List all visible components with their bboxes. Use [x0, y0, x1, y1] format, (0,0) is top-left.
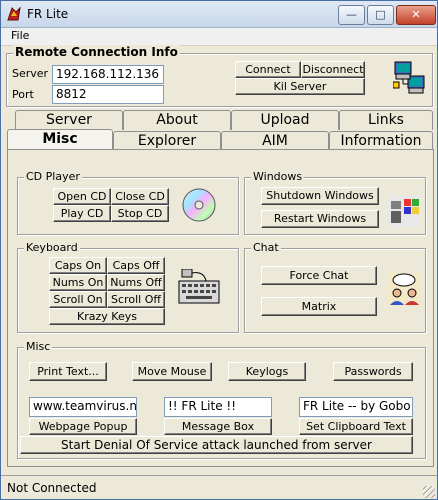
cd-player-label: CD Player — [24, 170, 82, 183]
caps-on-button[interactable]: Caps On — [49, 257, 107, 274]
app-window: FR Lite — □ ✕ File Remote Connection Inf… — [0, 0, 438, 500]
stop-cd-button[interactable]: Stop CD — [111, 205, 169, 222]
scroll-on-button[interactable]: Scroll On — [49, 291, 107, 308]
move-mouse-button[interactable]: Move Mouse — [132, 362, 212, 381]
tab-links[interactable]: Links — [339, 110, 433, 130]
windows-logo-icon — [388, 195, 420, 227]
menu-file[interactable]: File — [11, 29, 29, 42]
tab-server[interactable]: Server — [15, 110, 123, 130]
window-title: FR Lite — [27, 7, 69, 21]
dos-attack-button[interactable]: Start Denial Of Service attack launched … — [20, 436, 413, 454]
scroll-off-button[interactable]: Scroll Off — [107, 291, 165, 308]
disconnect-button[interactable]: Disconnect — [301, 61, 365, 78]
tab-explorer[interactable]: Explorer — [113, 131, 221, 151]
minimize-button[interactable]: — — [338, 5, 365, 25]
remote-group-label: Remote Connection Info — [13, 45, 180, 59]
windows-label: Windows — [251, 170, 305, 183]
tab-aim[interactable]: AIM — [221, 131, 329, 151]
webpage-popup-button[interactable]: Webpage Popup — [29, 418, 137, 435]
connection-status: Not Connected — [7, 481, 97, 495]
matrix-button[interactable]: Matrix — [261, 297, 377, 316]
misc-tab-panel: CD Player Open CD Close CD Play CD Stop … — [7, 149, 434, 467]
connect-button[interactable]: Connect — [235, 61, 301, 78]
chat-label: Chat — [251, 241, 281, 254]
chat-people-icon — [388, 273, 421, 306]
clipboard-text-input[interactable]: FR Lite -- by Gobo — [299, 397, 413, 417]
print-text-button[interactable]: Print Text... — [29, 362, 107, 381]
open-cd-button[interactable]: Open CD — [53, 188, 111, 205]
server-label: Server — [12, 67, 49, 80]
message-box-button[interactable]: Message Box — [164, 418, 272, 435]
shutdown-windows-button[interactable]: Shutdown Windows — [261, 187, 379, 205]
server-input[interactable]: 192.168.112.136 — [52, 65, 164, 84]
port-label: Port — [12, 88, 34, 101]
tab-information[interactable]: Information — [329, 131, 433, 151]
keylogs-button[interactable]: Keylogs — [228, 362, 306, 381]
tab-about[interactable]: About — [123, 110, 231, 130]
windows-group: Windows Shutdown Windows Restart Windows — [244, 170, 426, 235]
maximize-button[interactable]: □ — [367, 5, 394, 25]
caps-off-button[interactable]: Caps Off — [107, 257, 165, 274]
close-button[interactable]: ✕ — [396, 5, 436, 25]
title-bar[interactable]: FR Lite — □ ✕ — [1, 1, 437, 28]
kill-server-button[interactable]: Kil Server — [235, 78, 365, 95]
tab-misc[interactable]: Misc — [7, 129, 113, 151]
message-text-input[interactable]: !! FR Lite !! — [164, 397, 272, 417]
misc-group-label: Misc — [24, 340, 53, 353]
nums-on-button[interactable]: Nums On — [49, 274, 107, 291]
app-logo-icon — [7, 6, 21, 21]
force-chat-button[interactable]: Force Chat — [261, 266, 377, 285]
tab-upload[interactable]: Upload — [231, 110, 339, 130]
resize-grip-icon[interactable] — [423, 486, 435, 498]
play-cd-button[interactable]: Play CD — [53, 205, 111, 222]
misc-group: Misc Print Text... Move Mouse Keylogs Pa… — [17, 340, 426, 459]
network-computers-icon — [393, 61, 425, 94]
keyboard-group: Keyboard Caps On Caps Off Nums On Nums O… — [17, 241, 239, 333]
passwords-button[interactable]: Passwords — [333, 362, 413, 381]
webpage-url-input[interactable]: www.teamvirus.net — [29, 397, 137, 417]
port-input[interactable]: 8812 — [52, 85, 164, 104]
cd-disc-icon — [182, 188, 216, 222]
status-bar: Not Connected — [1, 475, 437, 499]
krazy-keys-button[interactable]: Krazy Keys — [49, 308, 165, 325]
keyboard-label: Keyboard — [24, 241, 80, 254]
restart-windows-button[interactable]: Restart Windows — [261, 210, 379, 228]
set-clipboard-button[interactable]: Set Clipboard Text — [299, 418, 413, 435]
remote-connection-group: Remote Connection Info Server 192.168.11… — [6, 45, 433, 107]
chat-group: Chat Force Chat Matrix — [244, 241, 426, 333]
nums-off-button[interactable]: Nums Off — [107, 274, 165, 291]
keyboard-icon — [178, 269, 220, 304]
menu-bar: File — [1, 28, 437, 46]
close-cd-button[interactable]: Close CD — [111, 188, 169, 205]
cd-player-group: CD Player Open CD Close CD Play CD Stop … — [17, 170, 239, 235]
